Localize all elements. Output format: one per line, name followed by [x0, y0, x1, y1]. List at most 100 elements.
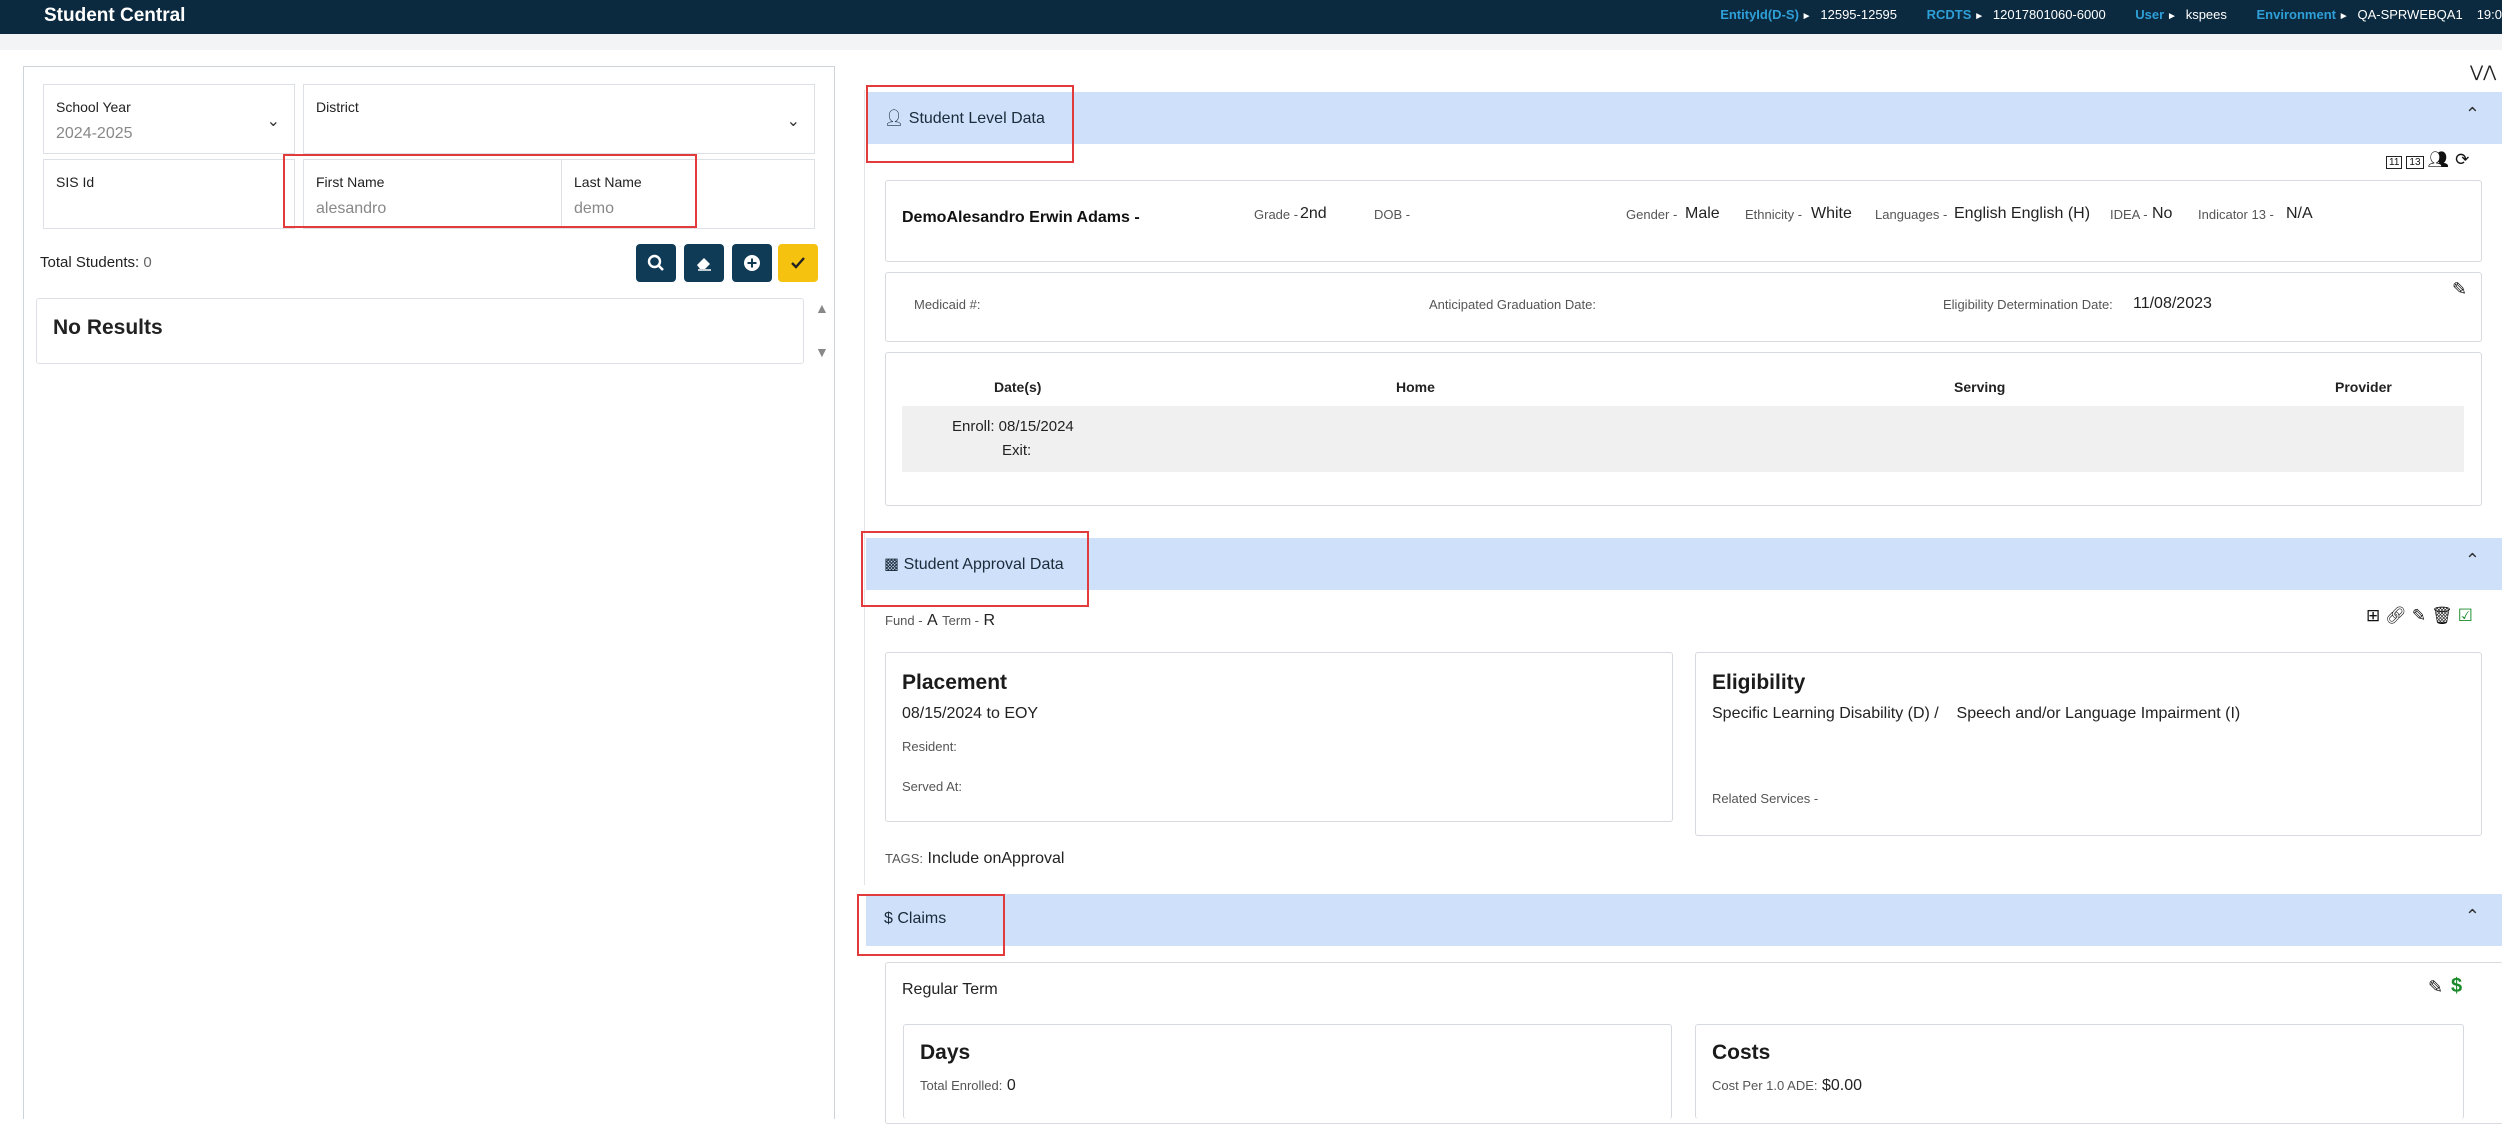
- col-dates: Date(s): [994, 379, 1042, 395]
- languages-label: Languages -: [1875, 207, 1948, 222]
- chevron-up-icon[interactable]: ⌃: [2465, 550, 2480, 571]
- ethnicity-value: White: [1811, 205, 1852, 222]
- search-button[interactable]: [636, 244, 676, 282]
- col-home: Home: [1396, 379, 1435, 395]
- eligibility-date-value: 11/08/2023: [2133, 295, 2212, 312]
- scroll-up-icon[interactable]: ▲: [815, 300, 829, 316]
- rcdts-key: RCDTS: [1926, 7, 1972, 22]
- users-icon[interactable]: 👥︎: [2428, 150, 2456, 169]
- arrow-right-icon: ►: [2164, 11, 2180, 22]
- highlight-student-level: [866, 85, 1074, 163]
- eligibility-title: Eligibility: [1712, 671, 1806, 694]
- edit-icon[interactable]: ✎: [2412, 606, 2431, 625]
- related-services-label: Related Services -: [1712, 791, 1819, 806]
- student-summary-card: DemoAlesandro Erwin Adams - Grade - 2nd …: [885, 180, 2482, 262]
- clear-button[interactable]: [684, 244, 724, 282]
- chevron-up-icon[interactable]: ⌃: [2465, 104, 2480, 125]
- refresh-icon[interactable]: ⟳: [2455, 150, 2475, 169]
- eligibility-value: Specific Learning Disability (D) / Speec…: [1712, 705, 2241, 722]
- exit-date: Exit:: [1002, 442, 1032, 459]
- scroll-down-icon[interactable]: ▼: [815, 344, 829, 360]
- cost-per-ade-label: Cost Per 1.0 ADE:: [1712, 1078, 1818, 1093]
- student-approval-header[interactable]: ▩ Student Approval Data ⌃: [866, 538, 2502, 590]
- languages-value: English English (H): [1954, 205, 2091, 222]
- cost-per-ade-value: $0.00: [1821, 1077, 1862, 1094]
- sis-id-field[interactable]: SIS Id: [43, 159, 295, 229]
- dob-label: DOB -: [1374, 207, 1411, 222]
- highlight-claims: [857, 894, 1005, 956]
- claims-dollar-icon[interactable]: $: [2451, 975, 2462, 998]
- total-students-label: Total Students:: [40, 254, 140, 271]
- eligibility-date-label: Eligibility Determination Date:: [1943, 297, 2113, 312]
- no-results-text: No Results: [53, 316, 163, 339]
- top-bar: Student Central EntityId(D-S) ► 12595-12…: [0, 0, 2502, 34]
- ti-11-icon[interactable]: 11: [2386, 156, 2403, 169]
- student-level-toolbar: 11 13 👥︎⟳: [2386, 150, 2475, 170]
- fund-value: A: [927, 612, 938, 629]
- ethnicity-label: Ethnicity -: [1745, 207, 1803, 222]
- gender-label: Gender -: [1626, 207, 1678, 222]
- total-enrolled: Total Enrolled: 0: [920, 1077, 1016, 1095]
- eraser-icon: [697, 258, 711, 271]
- plus-circle-icon: [744, 255, 760, 271]
- tags: TAGS: Include onApproval: [885, 850, 1064, 868]
- approval-toolbar: ⊞🔗︎✎🗑︎☑: [2366, 606, 2478, 626]
- ti-13-icon[interactable]: 13: [2406, 156, 2424, 169]
- district-select[interactable]: District ⌄: [303, 84, 815, 154]
- cost-per-ade: Cost Per 1.0 ADE: $0.00: [1712, 1077, 1862, 1095]
- resident-label: Resident:: [902, 739, 957, 754]
- student-name: DemoAlesandro Erwin Adams -: [902, 209, 1140, 226]
- grade-value: 2nd: [1300, 205, 1327, 222]
- total-students: Total Students: 0: [40, 254, 152, 271]
- chevron-up-icon[interactable]: ⌃: [2465, 906, 2480, 927]
- indicator-value: N/A: [2286, 205, 2313, 222]
- school-year-label: School Year: [56, 99, 131, 115]
- highlight-name-fields: [283, 154, 697, 228]
- results-list: No Results: [36, 298, 804, 364]
- highlight-student-approval: [861, 531, 1089, 607]
- eligibility-card: Eligibility Specific Learning Disability…: [1695, 652, 2482, 836]
- app-title: Student Central: [44, 5, 186, 26]
- edit-icon[interactable]: ✎: [2452, 279, 2467, 300]
- costs-title: Costs: [1712, 1041, 1771, 1064]
- fund-label: Fund -: [885, 613, 923, 628]
- placement-dates: 08/15/2024 to EOY: [902, 705, 1039, 722]
- graduation-label: Anticipated Graduation Date:: [1429, 297, 1596, 312]
- search-icon: [647, 254, 664, 271]
- confirm-button[interactable]: [778, 244, 818, 282]
- school-year-select[interactable]: School Year 2024-2025 ⌄: [43, 84, 295, 154]
- claims-edit-icon[interactable]: ✎: [2428, 977, 2443, 998]
- gender-value: Male: [1685, 205, 1720, 222]
- arrow-right-icon: ►: [2335, 11, 2352, 22]
- term-label: Term -: [942, 613, 979, 628]
- environment-key: Environment: [2256, 7, 2336, 22]
- collapse-all-icon[interactable]: ⋁⋀: [2470, 62, 2496, 82]
- environment-info: EntityId(D-S) ► 12595-12595 RCDTS ► 1201…: [1720, 7, 2502, 22]
- enroll-date: Enroll: 08/15/2024: [952, 418, 1074, 435]
- link-icon[interactable]: 🔗︎: [2385, 606, 2412, 625]
- arrow-right-icon: ►: [1798, 11, 1815, 22]
- costs-card: Costs Cost Per 1.0 ADE: $0.00: [1695, 1024, 2464, 1119]
- regular-term-label: Regular Term: [902, 981, 998, 998]
- trash-icon[interactable]: 🗑︎: [2431, 606, 2458, 625]
- rcdts-value: 12017801060-6000: [1992, 7, 2106, 22]
- table-row: Enroll: 08/15/2024 Exit:: [902, 406, 2464, 472]
- term-value: R: [983, 612, 996, 629]
- days-card: Days Total Enrolled: 0: [903, 1024, 1672, 1119]
- add-button[interactable]: [732, 244, 772, 282]
- school-year-value: 2024-2025: [56, 125, 133, 142]
- placement-card: Placement 08/15/2024 to EOY Resident: Se…: [885, 652, 1673, 822]
- tags-value: Include onApproval: [927, 850, 1065, 867]
- add-square-icon[interactable]: ⊞: [2366, 606, 2385, 625]
- student-level-header[interactable]: 👤︎ Student Level Data ⌃: [866, 92, 2502, 144]
- days-title: Days: [920, 1041, 971, 1064]
- claims-header[interactable]: $ Claims ⌃: [866, 894, 2502, 946]
- total-enrolled-label: Total Enrolled:: [920, 1078, 1003, 1093]
- district-label: District: [316, 99, 359, 115]
- tags-label: TAGS:: [885, 851, 924, 866]
- fund-term: Fund - A Term - R: [885, 612, 995, 630]
- clock-value: 19:0: [2476, 7, 2502, 22]
- total-students-count: 0: [143, 254, 152, 271]
- check-square-icon[interactable]: ☑: [2458, 606, 2478, 625]
- idea-value: No: [2152, 205, 2173, 222]
